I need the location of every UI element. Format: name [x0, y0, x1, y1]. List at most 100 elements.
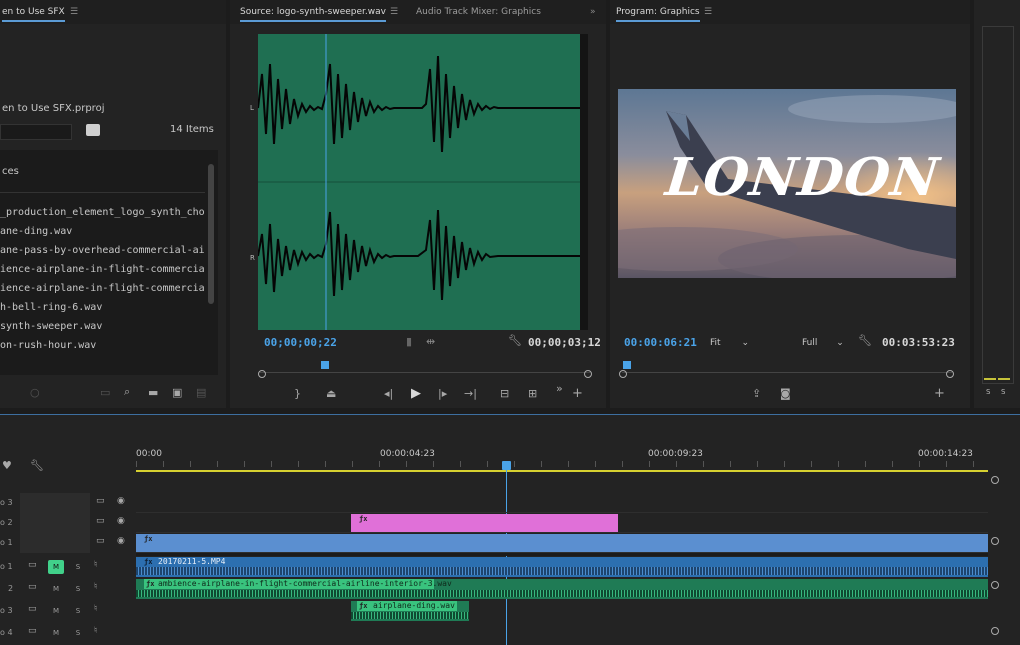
overwrite-icon[interactable]: ⊞: [528, 387, 537, 400]
mute-button[interactable]: M: [48, 604, 64, 618]
list-item[interactable]: _production_element_logo_synth_cho.wav: [0, 203, 205, 222]
source-tab-bar: Source: logo-synth-sweeper.wav ☰ Audio T…: [230, 0, 606, 24]
waveform-scrollbar[interactable]: [580, 34, 588, 330]
zoom-slider-icon[interactable]: ○: [30, 386, 40, 399]
insert-icon[interactable]: ⊟: [500, 387, 509, 400]
list-scrollbar[interactable]: [208, 164, 214, 304]
new-bin-icon[interactable]: [86, 124, 100, 136]
marker-icon[interactable]: ♥: [2, 459, 12, 472]
mute-button[interactable]: M: [48, 582, 64, 596]
tab-project[interactable]: en to Use SFX: [2, 7, 65, 22]
lane-v3[interactable]: [136, 493, 988, 513]
graphic-clip[interactable]: ƒx: [351, 514, 618, 532]
zoom-handle-left[interactable]: [619, 370, 627, 378]
add-marker-icon[interactable]: ⏏: [326, 387, 336, 400]
tab-program[interactable]: Program: Graphics: [616, 7, 700, 22]
mute-button[interactable]: M: [48, 560, 64, 574]
vertical-scroll-handle-mid[interactable]: [991, 537, 999, 545]
list-item[interactable]: synth-sweeper.wav: [0, 317, 205, 336]
mic-icon[interactable]: ♮: [94, 626, 97, 636]
list-item[interactable]: ience-airplane-in-flight-commercial-airl…: [0, 260, 205, 279]
export-frame-icon[interactable]: ⇪: [752, 387, 761, 400]
camera-icon[interactable]: ◙: [780, 387, 791, 400]
audio-clip-a3[interactable]: ƒx airplane-ding.wav: [351, 601, 469, 621]
waveform-display[interactable]: [257, 34, 580, 330]
vertical-scroll-handle-bottom[interactable]: [991, 627, 999, 635]
sync-lock-icon[interactable]: ▭: [96, 496, 105, 506]
list-item[interactable]: h-bell-ring-6.wav: [0, 298, 205, 317]
program-current-timecode[interactable]: 00:00:06:21: [624, 336, 697, 349]
wrench-icon[interactable]: 🔧︎: [858, 334, 872, 347]
solo-button[interactable]: S: [70, 560, 86, 574]
button-editor-icon[interactable]: +: [934, 386, 945, 401]
program-video-frame[interactable]: LONDON: [618, 89, 956, 278]
source-time-ruler[interactable]: [260, 362, 590, 373]
column-header-name[interactable]: ces: [2, 166, 19, 177]
solo-button-left[interactable]: S: [986, 388, 990, 396]
panel-menu-icon[interactable]: ☰: [704, 7, 712, 17]
zoom-handle-right[interactable]: [584, 370, 592, 378]
list-item[interactable]: on-rush-hour.wav: [0, 336, 205, 355]
panel-menu-icon[interactable]: ☰: [390, 7, 398, 17]
title-overlay[interactable]: LONDON: [663, 147, 943, 208]
automate-icon[interactable]: ▭: [100, 386, 110, 399]
audio-clip-a1[interactable]: ƒx 20170211-5.MP4: [136, 557, 988, 577]
solo-button[interactable]: S: [70, 582, 86, 596]
sync-lock-icon[interactable]: ▭: [96, 536, 105, 546]
list-item[interactable]: ane-ding.wav: [0, 222, 205, 241]
tab-audio-mixer[interactable]: Audio Track Mixer: Graphics: [416, 7, 541, 17]
list-item[interactable]: ane-pass-by-overhead-commercial-airlin: [0, 241, 205, 260]
drag-audio-icon[interactable]: ⇹: [426, 335, 435, 348]
solo-button[interactable]: S: [70, 626, 86, 640]
vertical-scroll-handle-top[interactable]: [991, 476, 999, 484]
new-item-icon[interactable]: ▣: [172, 386, 182, 399]
sync-lock-icon[interactable]: ▭: [28, 626, 37, 636]
sync-lock-icon[interactable]: ▭: [28, 604, 37, 614]
program-time-ruler[interactable]: [622, 362, 952, 373]
track-header-v2: o 2 ▭ ◉: [0, 513, 136, 533]
search-icon[interactable]: ⌕: [124, 385, 130, 399]
mic-icon[interactable]: ♮: [94, 604, 97, 614]
sync-lock-icon[interactable]: ▭: [28, 582, 37, 592]
timeline-playhead-head[interactable]: [502, 461, 511, 470]
eye-icon[interactable]: ◉: [117, 536, 125, 546]
sync-lock-icon[interactable]: ▭: [96, 516, 105, 526]
eye-icon[interactable]: ◉: [117, 496, 125, 506]
video-clip[interactable]: ƒx: [136, 534, 988, 552]
fit-dropdown[interactable]: Fit ⌄: [710, 338, 749, 348]
zoom-handle-right[interactable]: [946, 370, 954, 378]
time-ruler[interactable]: 00:00 00:00:04:23 00:00:09:23 00:00:14:2…: [136, 445, 990, 473]
mark-out-icon[interactable]: }: [294, 387, 301, 400]
zoom-handle-left[interactable]: [258, 370, 266, 378]
eye-icon[interactable]: ◉: [117, 516, 125, 526]
folder-icon[interactable]: ▬: [148, 386, 158, 399]
settings-icon[interactable]: ▮: [406, 335, 412, 348]
search-field[interactable]: [0, 124, 72, 140]
program-playhead[interactable]: [623, 361, 631, 369]
mic-icon[interactable]: ♮: [94, 560, 97, 570]
more-buttons-icon[interactable]: »: [556, 382, 563, 395]
trash-icon[interactable]: ▤: [196, 386, 206, 399]
list-item[interactable]: ience-airplane-in-flight-commercial-airl…: [0, 279, 205, 298]
resolution-dropdown[interactable]: Full ⌄: [802, 338, 844, 348]
source-current-timecode[interactable]: 00;00;00;22: [264, 336, 337, 349]
play-icon[interactable]: ▶: [411, 386, 421, 401]
mute-button[interactable]: M: [48, 626, 64, 640]
source-playhead[interactable]: [321, 361, 329, 369]
panel-menu-icon[interactable]: ☰: [70, 7, 78, 17]
audio-clip-a2[interactable]: ƒx ambience-airplane-in-flight-commercia…: [136, 579, 988, 599]
wrench-icon[interactable]: 🔧︎: [508, 334, 522, 347]
sync-lock-icon[interactable]: ▭: [28, 560, 37, 570]
go-to-out-icon[interactable]: →|: [464, 387, 477, 400]
solo-button-right[interactable]: S: [1001, 388, 1005, 396]
tab-source[interactable]: Source: logo-synth-sweeper.wav: [240, 7, 386, 22]
wrench-icon[interactable]: 🔧︎: [30, 459, 44, 472]
step-forward-icon[interactable]: |▸: [438, 387, 447, 400]
work-area-bar[interactable]: [136, 470, 988, 472]
solo-button[interactable]: S: [70, 604, 86, 618]
step-back-icon[interactable]: ◂|: [384, 387, 393, 400]
vertical-scroll-handle-low[interactable]: [991, 581, 999, 589]
overflow-icon[interactable]: »: [590, 7, 596, 17]
mic-icon[interactable]: ♮: [94, 582, 97, 592]
button-editor-icon[interactable]: +: [572, 386, 583, 401]
